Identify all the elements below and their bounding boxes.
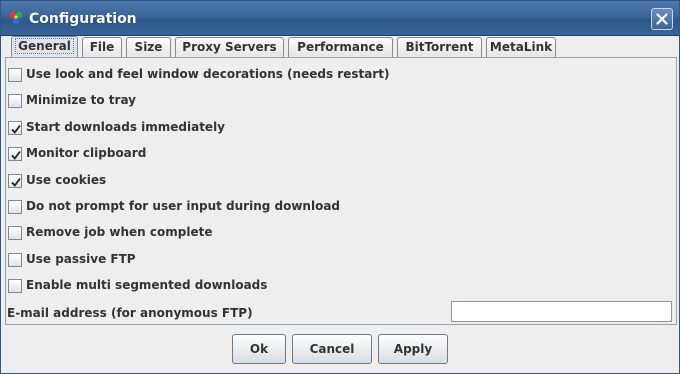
tab-file[interactable]: File xyxy=(82,37,122,58)
checkbox-unchecked[interactable] xyxy=(8,68,22,82)
checkbox-unchecked[interactable] xyxy=(8,226,22,240)
tab-size[interactable]: Size xyxy=(126,37,171,58)
option-label: Monitor clipboard xyxy=(26,146,147,160)
cancel-button[interactable]: Cancel xyxy=(292,334,372,364)
checkbox-unchecked[interactable] xyxy=(8,253,22,267)
apply-button[interactable]: Apply xyxy=(378,334,448,364)
title-bar[interactable]: Configuration xyxy=(1,1,679,36)
option-label: Remove job when complete xyxy=(26,225,213,239)
option-label: Minimize to tray xyxy=(26,93,136,107)
tab-metalink[interactable]: MetaLink xyxy=(486,37,556,58)
checkmark-icon xyxy=(11,177,21,187)
checkmark-icon xyxy=(11,150,21,160)
checkbox-unchecked[interactable] xyxy=(8,200,22,214)
email-address-label: E-mail address (for anonymous FTP) xyxy=(7,306,253,320)
checkbox-unchecked[interactable] xyxy=(8,94,22,108)
option-label: Start downloads immediately xyxy=(26,120,226,134)
close-icon xyxy=(656,13,668,25)
option-label: Use passive FTP xyxy=(26,252,136,266)
checkbox-checked[interactable] xyxy=(8,174,22,188)
ok-button[interactable]: Ok xyxy=(232,334,286,364)
checkmark-icon xyxy=(11,124,21,134)
email-address-input[interactable] xyxy=(451,301,672,322)
option-label: Use look and feel window decorations (ne… xyxy=(26,67,390,81)
tab-general[interactable]: General xyxy=(11,36,78,59)
checkbox-checked[interactable] xyxy=(8,147,22,161)
tab-performance[interactable]: Performance xyxy=(288,37,393,58)
checkbox-unchecked[interactable] xyxy=(8,279,22,293)
close-button[interactable] xyxy=(651,8,673,30)
checkbox-checked[interactable] xyxy=(8,121,22,135)
configuration-dialog: Configuration General File Size Proxy Se… xyxy=(0,0,680,374)
option-label: Use cookies xyxy=(26,173,107,187)
tab-bittorrent[interactable]: BitTorrent xyxy=(397,37,482,58)
window-title: Configuration xyxy=(29,11,137,27)
option-label: Enable multi segmented downloads xyxy=(26,278,268,292)
tab-proxy-servers[interactable]: Proxy Servers xyxy=(175,37,284,58)
colorful-gear-icon xyxy=(8,10,24,26)
option-label: Do not prompt for user input during down… xyxy=(26,199,341,213)
